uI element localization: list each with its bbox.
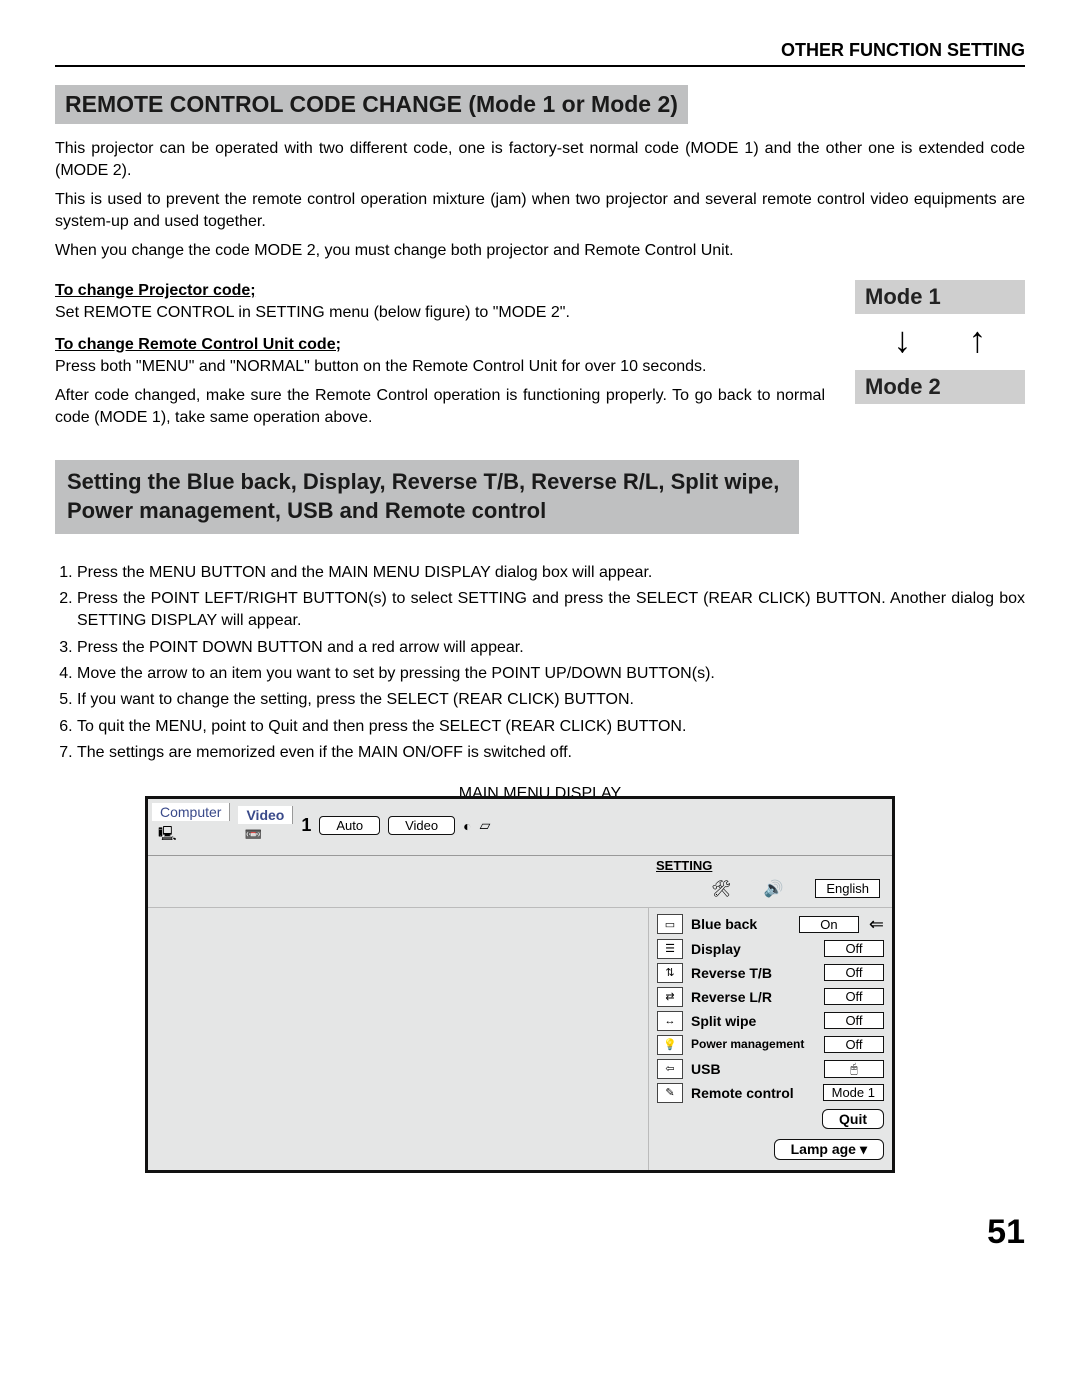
mode-diagram: Mode 1 ↓ ↑ Mode 2 (855, 280, 1025, 404)
setting-label: USB (691, 1061, 816, 1077)
section1-para2: This is used to prevent the remote contr… (55, 189, 1025, 232)
quit-button[interactable]: Quit (822, 1109, 884, 1129)
tab-video[interactable]: Video (238, 806, 293, 824)
setting-panel-title: SETTING (648, 856, 892, 873)
lamp-age-button[interactable]: Lamp age ▾ (774, 1139, 884, 1160)
tab-computer[interactable]: Computer (152, 803, 230, 821)
setting-row-reverse-lr[interactable]: ⇄ Reverse L/R Off (657, 987, 884, 1007)
osd-panel: Computer 🖳 Video 📼 1 Auto Video ◐ ▱ SETT… (145, 796, 895, 1173)
contrast-icon[interactable]: ◐ (463, 818, 471, 834)
reverse-lr-icon: ⇄ (657, 987, 683, 1007)
setting-label: Blue back (691, 916, 791, 932)
language-value[interactable]: English (815, 879, 880, 898)
setting-row-reverse-tb[interactable]: ⇅ Reverse T/B Off (657, 963, 884, 983)
computer-icon: 🖳 (152, 821, 230, 849)
sub2-text: Press both "MENU" and "NORMAL" button on… (55, 356, 825, 378)
remote-icon: ✎ (657, 1083, 683, 1103)
sub1-text: Set REMOTE CONTROL in SETTING menu (belo… (55, 302, 825, 324)
settings-list: ▭ Blue back On ⇐ ☰ Display Off ⇅ Reverse… (648, 908, 892, 1170)
step-item: If you want to change the setting, press… (77, 689, 1025, 711)
setting-value[interactable]: 🖰 (824, 1060, 884, 1078)
setting-row-blueback[interactable]: ▭ Blue back On ⇐ (657, 914, 884, 935)
input-number: 1 (301, 815, 311, 836)
setting-label: Split wipe (691, 1013, 816, 1029)
usb-icon: ⇦ (657, 1059, 683, 1079)
setting-value[interactable]: Off (824, 1012, 884, 1029)
setting-value[interactable]: Off (824, 1036, 884, 1053)
dropdown-icon: ▾ (860, 1141, 867, 1158)
setting-tool-icon[interactable]: 🛠 (711, 879, 731, 899)
setting-label: Display (691, 941, 816, 957)
setting-value[interactable]: Mode 1 (823, 1084, 884, 1101)
setting-label: Remote control (691, 1085, 815, 1101)
setting-row-display[interactable]: ☰ Display Off (657, 939, 884, 959)
step-item: Press the MENU BUTTON and the MAIN MENU … (77, 562, 1025, 584)
video-icon: 📼 (238, 824, 293, 845)
cursor-arrow-icon: ⇐ (869, 914, 884, 935)
setting-row-remote[interactable]: ✎ Remote control Mode 1 (657, 1083, 884, 1103)
mode1-label: Mode 1 (855, 280, 1025, 314)
page-number: 51 (55, 1213, 1025, 1252)
section-title-remote: REMOTE CONTROL CODE CHANGE (Mode 1 or Mo… (55, 85, 688, 124)
header-rule (55, 65, 1025, 67)
setting-value[interactable]: On (799, 916, 859, 933)
screen-icon[interactable]: ▱ (480, 817, 491, 834)
section-title-setting: Setting the Blue back, Display, Reverse … (55, 460, 799, 533)
reverse-tb-icon: ⇅ (657, 963, 683, 983)
setting-row-usb[interactable]: ⇦ USB 🖰 (657, 1059, 884, 1079)
section1-para1: This projector can be operated with two … (55, 138, 1025, 181)
source-video[interactable]: Video (388, 816, 455, 835)
step-item: The settings are memorized even if the M… (77, 742, 1025, 764)
display-icon: ☰ (657, 939, 683, 959)
step-item: To quit the MENU, point to Quit and then… (77, 716, 1025, 738)
setting-value[interactable]: Off (824, 988, 884, 1005)
step-item: Move the arrow to an item you want to se… (77, 663, 1025, 685)
step-item: Press the POINT DOWN BUTTON and a red ar… (77, 637, 1025, 659)
sound-icon[interactable]: 🔊 (763, 879, 783, 899)
lamp-age-label: Lamp age (791, 1141, 856, 1157)
page-header-title: OTHER FUNCTION SETTING (55, 40, 1025, 61)
steps-list: Press the MENU BUTTON and the MAIN MENU … (55, 562, 1025, 765)
blueback-icon: ▭ (657, 914, 683, 934)
splitwipe-icon: ↔ (657, 1011, 683, 1031)
setting-label: Power management (691, 1038, 816, 1051)
mode2-label: Mode 2 (855, 370, 1025, 404)
section1-para3: When you change the code MODE 2, you mus… (55, 240, 1025, 262)
setting-row-power[interactable]: 💡 Power management Off (657, 1035, 884, 1055)
setting-label: Reverse T/B (691, 965, 816, 981)
power-icon: 💡 (657, 1035, 683, 1055)
source-auto[interactable]: Auto (319, 816, 380, 835)
setting-label: Reverse L/R (691, 989, 816, 1005)
sub-heading-projector-code: To change Projector code; (55, 282, 825, 300)
step-item: Press the POINT LEFT/RIGHT BUTTON(s) to … (77, 588, 1025, 633)
sub-heading-remote-code: To change Remote Control Unit code; (55, 336, 825, 354)
arrow-up-icon: ↑ (969, 322, 987, 358)
setting-value[interactable]: Off (824, 964, 884, 981)
after-text: After code changed, make sure the Remote… (55, 385, 825, 428)
setting-value[interactable]: Off (824, 940, 884, 957)
setting-row-splitwipe[interactable]: ↔ Split wipe Off (657, 1011, 884, 1031)
arrow-down-icon: ↓ (894, 322, 912, 358)
